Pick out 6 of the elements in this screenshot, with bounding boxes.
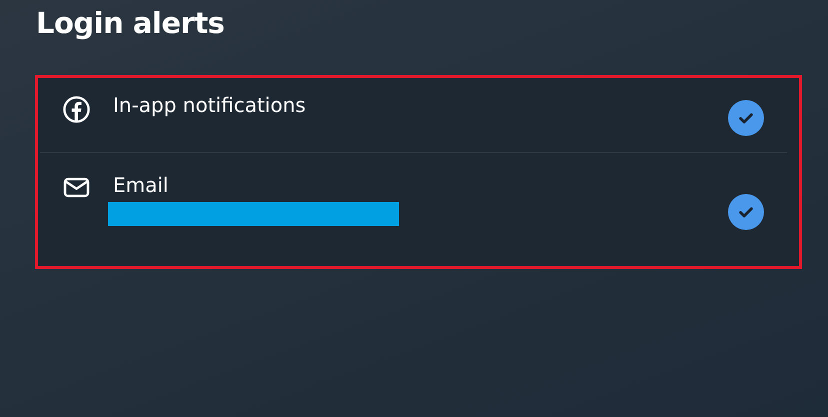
section-title: Login alerts: [36, 6, 226, 40]
channel-label: Email: [113, 172, 170, 198]
facebook-icon: [62, 95, 91, 124]
checkbox[interactable]: [728, 194, 764, 230]
checkbox[interactable]: [728, 100, 764, 136]
channel-label: In-app notifications: [113, 92, 307, 118]
